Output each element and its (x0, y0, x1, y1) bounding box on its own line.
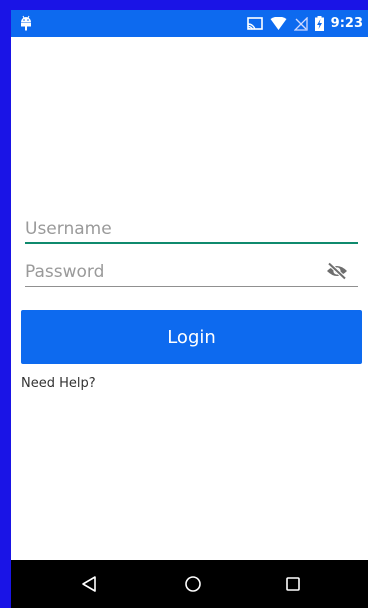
navigation-bar (11, 560, 368, 608)
battery-charging-icon (314, 16, 324, 31)
status-bar: 9:23 (11, 10, 368, 37)
username-input[interactable] (25, 210, 358, 242)
home-icon (185, 576, 201, 592)
back-icon (82, 576, 96, 592)
android-icon (20, 15, 32, 35)
recents-icon (286, 577, 300, 591)
password-field[interactable] (25, 253, 358, 287)
wifi-icon (270, 16, 287, 31)
home-button[interactable] (163, 560, 223, 608)
need-help-link[interactable]: Need Help? (21, 376, 96, 391)
clock: 9:23 (330, 16, 363, 31)
password-input[interactable] (25, 253, 358, 285)
eye-off-icon[interactable] (326, 262, 348, 284)
no-signal-icon (293, 16, 308, 31)
status-icons: 9:23 (246, 10, 363, 37)
login-button[interactable]: Login (21, 310, 362, 364)
cast-icon (246, 16, 263, 31)
app-screen: 9:23 Login Need Help? (11, 10, 368, 608)
back-button[interactable] (59, 560, 119, 608)
username-field[interactable] (25, 210, 358, 244)
recents-button[interactable] (263, 560, 323, 608)
